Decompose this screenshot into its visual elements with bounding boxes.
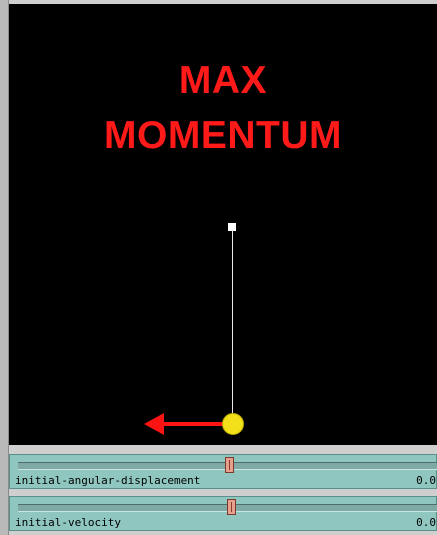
slider-label: initial-angular-displacement — [15, 474, 201, 487]
pendulum-bob-icon[interactable] — [222, 413, 244, 435]
pendulum-rod — [231, 230, 233, 420]
arrow-head-icon — [144, 413, 164, 435]
slider-value: 0.0 — [416, 516, 436, 529]
simulation-canvas[interactable]: MAX MOMENTUM — [9, 4, 437, 445]
slider-label: initial-velocity — [15, 516, 121, 529]
slider-value: 0.0 — [416, 474, 436, 487]
slider-initial-velocity[interactable]: initial-velocity 0.0 — [9, 496, 437, 531]
slider-thumb[interactable] — [225, 457, 234, 473]
slider-thumb[interactable] — [227, 499, 236, 515]
window-edge — [0, 0, 9, 535]
slider-initial-angular-displacement[interactable]: initial-angular-displacement 0.0 — [9, 454, 437, 489]
velocity-arrow-icon — [160, 422, 226, 426]
title-line-1: MAX — [178, 59, 268, 102]
title-line-2: MOMENTUM — [104, 114, 342, 157]
app-window: MAX MOMENTUM initial-angular-displacemen… — [0, 0, 437, 535]
